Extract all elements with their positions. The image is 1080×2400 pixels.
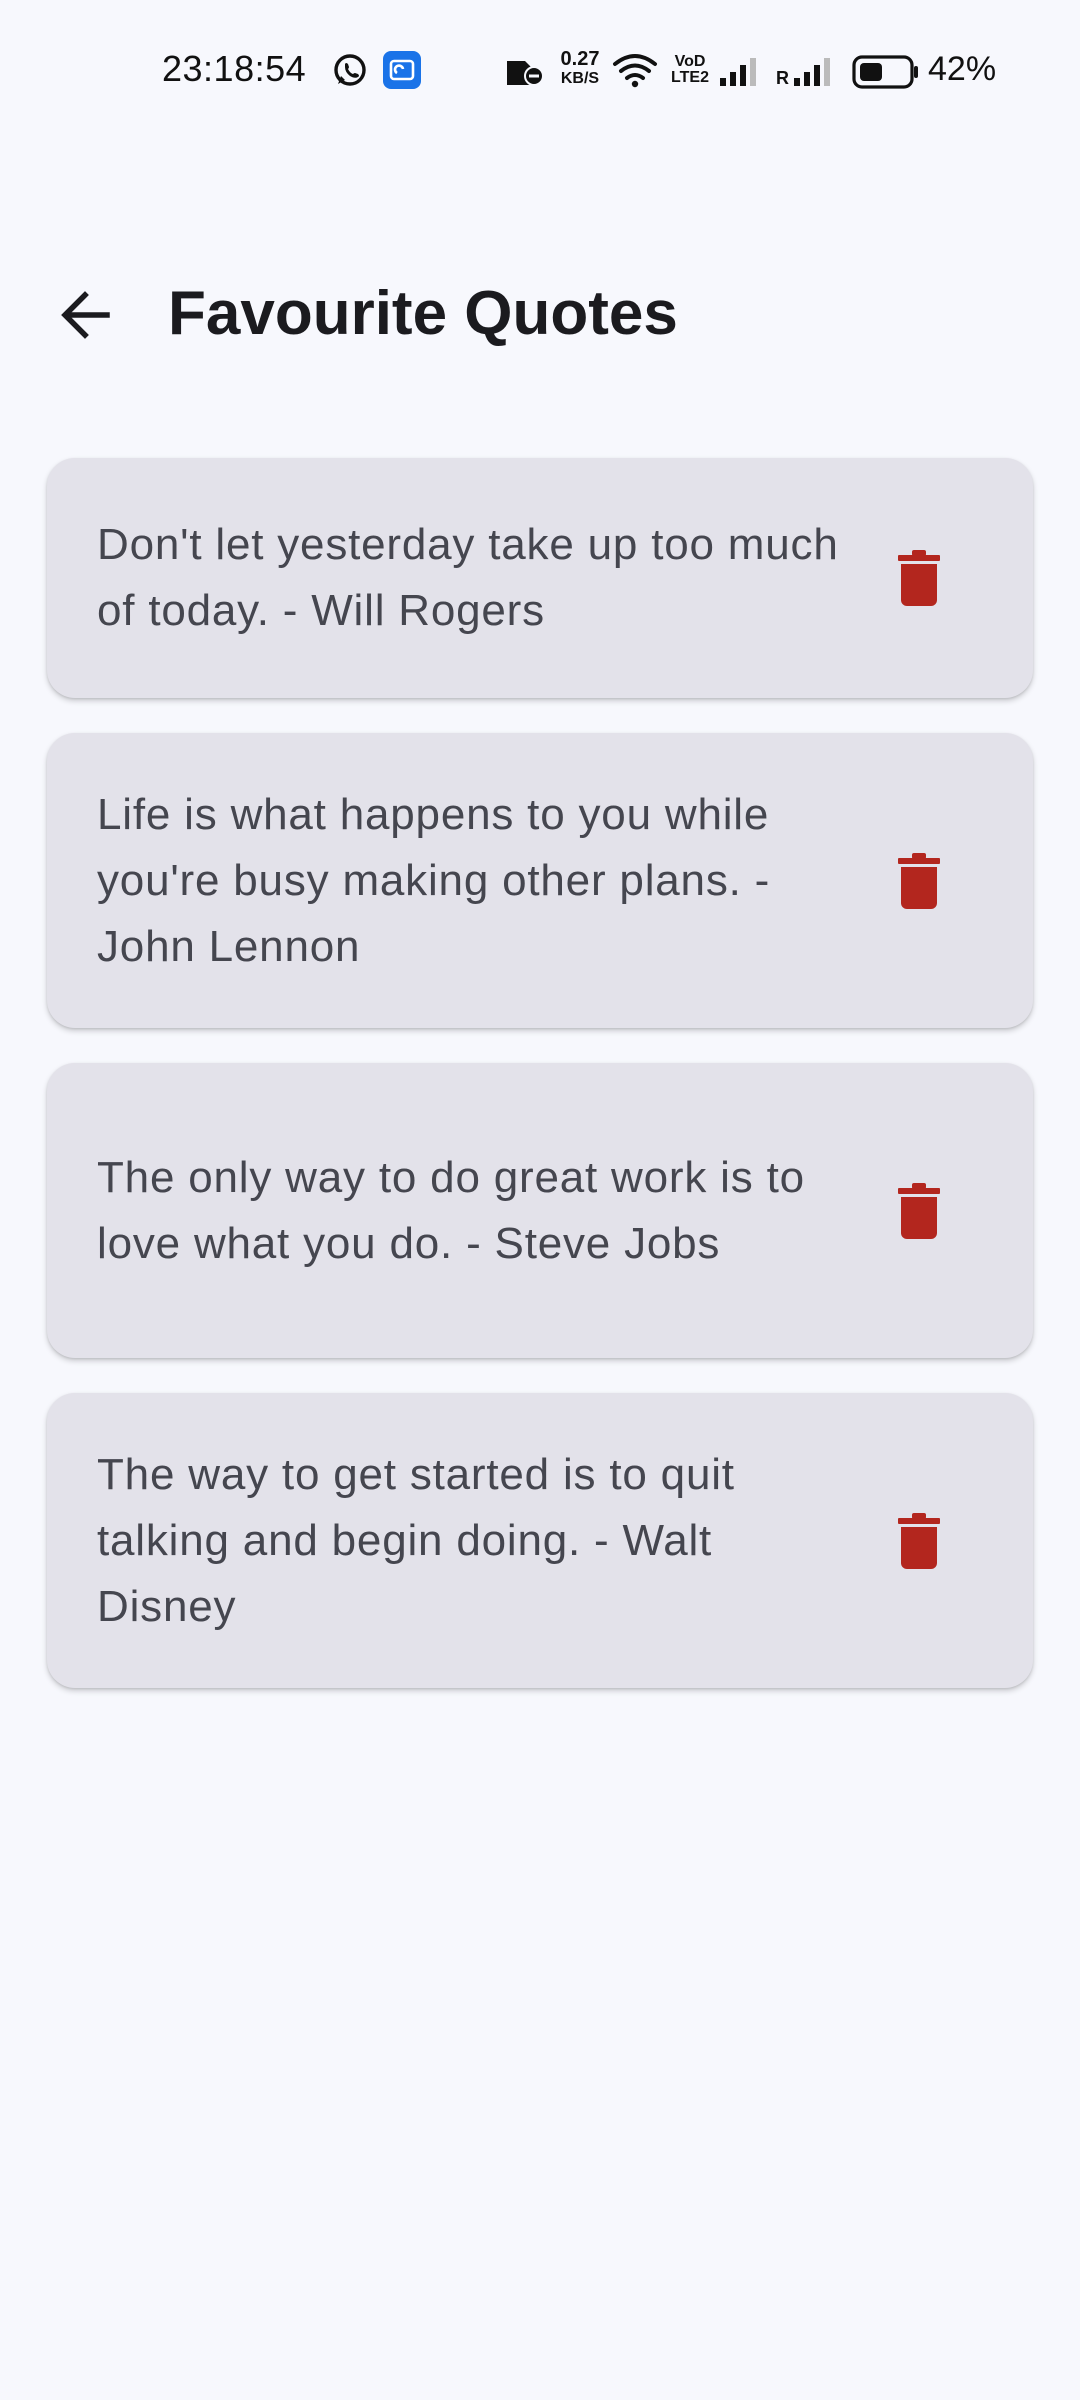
arrow-back-icon xyxy=(61,291,110,339)
delete-quote-button[interactable] xyxy=(889,1506,949,1576)
delete-quote-button[interactable] xyxy=(889,846,949,916)
battery-icon xyxy=(852,55,920,94)
quote-card: The only way to do great work is to love… xyxy=(47,1063,1033,1358)
quote-text: The way to get started is to quit talkin… xyxy=(97,1449,735,1631)
network-speed-value: 0.27 xyxy=(560,48,600,70)
signal-icon xyxy=(718,56,760,93)
app-bar: Favourite Quotes xyxy=(0,250,1080,380)
delete-quote-button[interactable] xyxy=(889,543,949,613)
status-bar: 23:18:54 0.27 KB/S VoD LTE2 R 42% xyxy=(0,0,1080,140)
trash-icon xyxy=(898,1182,940,1239)
quote-card: Don't let yesterday take up too much of … xyxy=(47,458,1033,698)
volte-bottom-label: LTE2 xyxy=(671,69,709,86)
whatsapp-icon xyxy=(332,52,368,93)
roaming-indicator: R xyxy=(776,68,789,88)
no-sim-icon xyxy=(505,55,545,94)
quote-text: Life is what happens to you while you're… xyxy=(97,789,771,971)
trash-icon xyxy=(898,852,940,909)
wifi-icon xyxy=(612,52,658,93)
app-notification-icon xyxy=(383,51,421,94)
quote-text: The only way to do great work is to love… xyxy=(97,1152,805,1268)
quote-list: Don't let yesterday take up too much of … xyxy=(47,458,1033,1723)
trash-icon xyxy=(898,550,940,606)
signal-icon-2 xyxy=(792,56,834,93)
back-button[interactable] xyxy=(40,280,130,350)
volte-indicator: VoD LTE2 xyxy=(670,54,710,86)
quote-card: The way to get started is to quit talkin… xyxy=(47,1393,1033,1688)
quote-text: Don't let yesterday take up too much of … xyxy=(97,520,839,635)
delete-quote-button[interactable] xyxy=(889,1176,949,1246)
status-time: 23:18:54 xyxy=(162,48,307,89)
page-title: Favourite Quotes xyxy=(168,279,678,348)
network-speed-unit: KB/S xyxy=(560,70,600,87)
trash-icon xyxy=(898,1512,940,1569)
network-speed: 0.27 KB/S xyxy=(554,48,606,88)
battery-percent: 42% xyxy=(928,50,997,88)
quote-card: Life is what happens to you while you're… xyxy=(47,733,1033,1028)
volte-top-label: VoD xyxy=(674,53,706,70)
